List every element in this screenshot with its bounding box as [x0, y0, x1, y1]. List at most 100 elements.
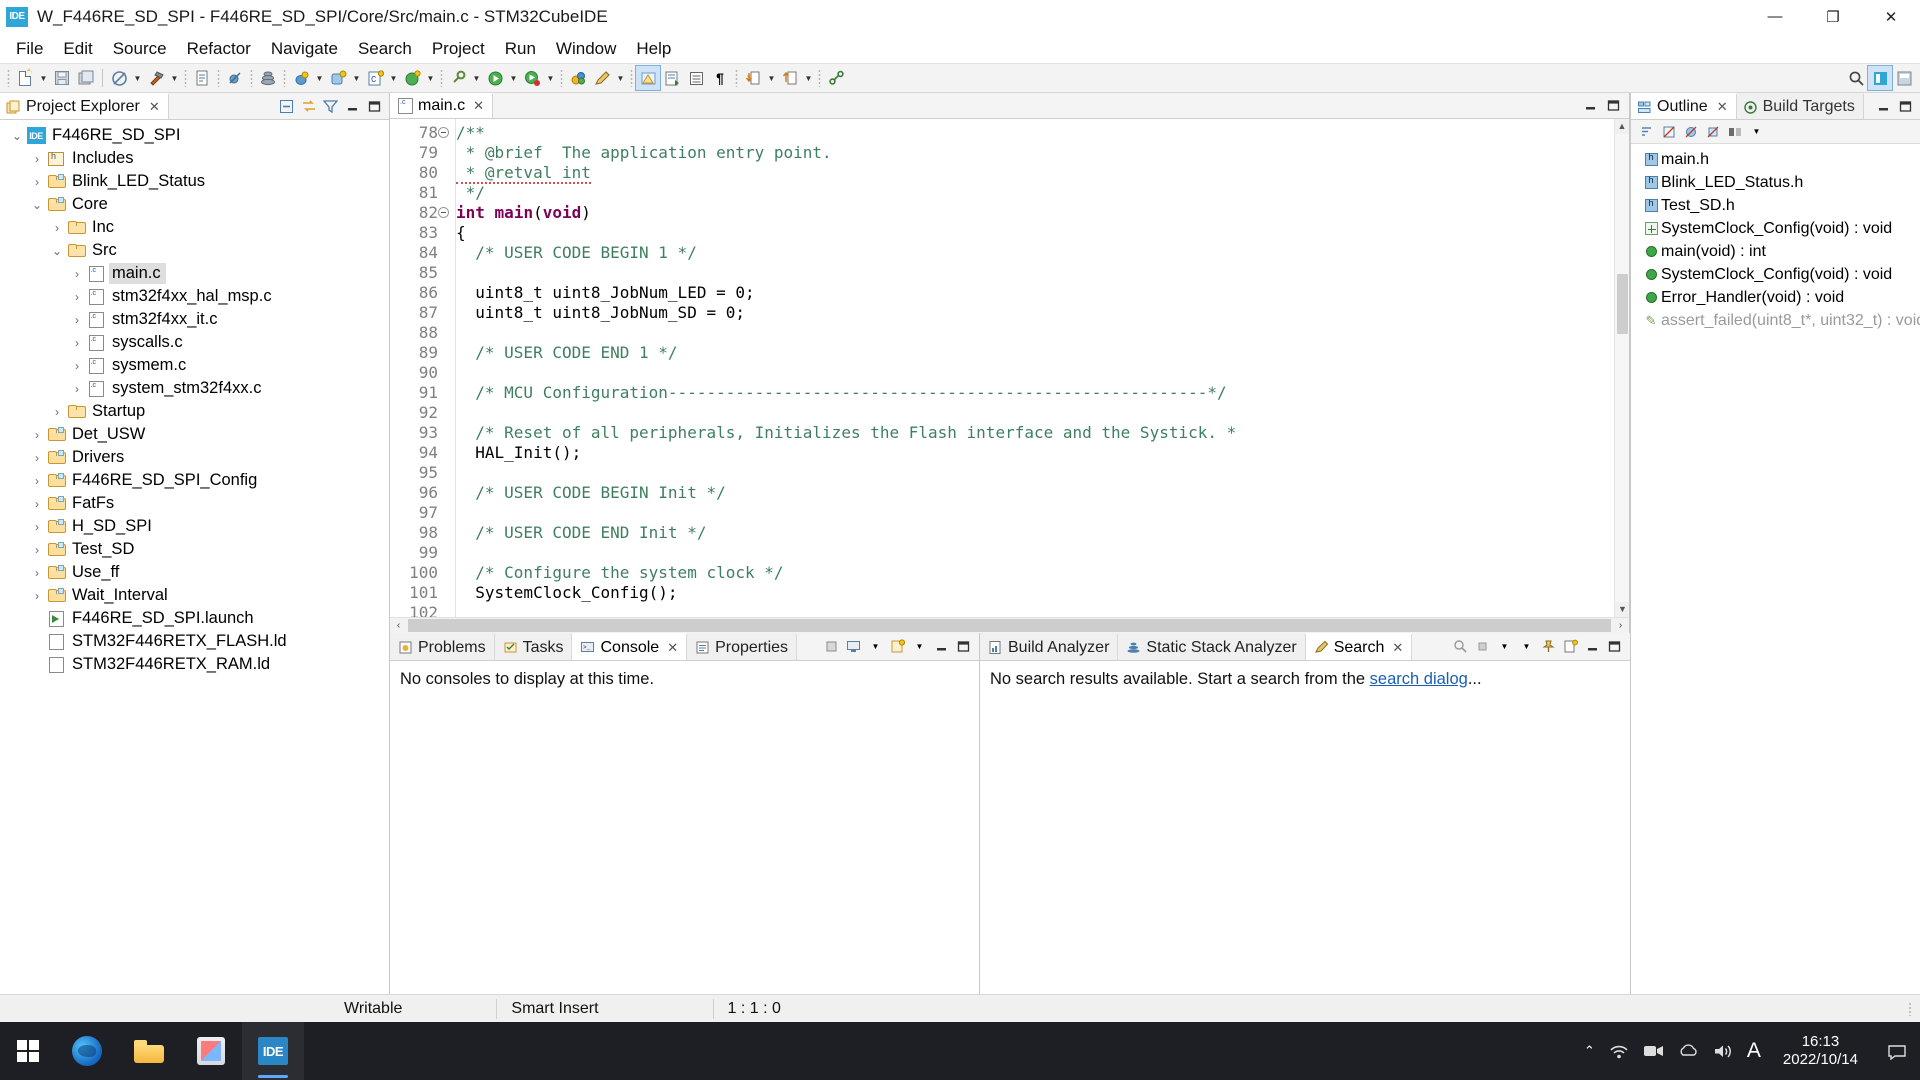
- focus-icon[interactable]: [1725, 122, 1744, 141]
- toolbar-grip-8[interactable]: [630, 69, 633, 87]
- outline-item[interactable]: main.h: [1631, 148, 1920, 171]
- skip-breakpoints-icon[interactable]: [223, 66, 247, 90]
- fold-toggle-icon[interactable]: [438, 206, 449, 218]
- no-build-icon[interactable]: [107, 66, 131, 90]
- cancel-icon[interactable]: [1473, 637, 1492, 656]
- code-line[interactable]: /* Configure the system clock */: [456, 563, 1614, 583]
- menu-edit[interactable]: Edit: [53, 37, 102, 61]
- new-c-project-icon[interactable]: C: [363, 66, 387, 90]
- display-console-dropdown[interactable]: ▼: [866, 637, 885, 656]
- code-line[interactable]: HAL_Init();: [456, 443, 1614, 463]
- external-tools-icon[interactable]: [446, 66, 470, 90]
- outline-item[interactable]: Error_Handler(void) : void: [1631, 286, 1920, 309]
- scroll-up-arrow[interactable]: ▲: [1615, 118, 1629, 134]
- tree-item-includes[interactable]: › Includes: [0, 147, 389, 170]
- tab-main-c[interactable]: main.c ✕: [390, 93, 494, 118]
- tree-item-src[interactable]: ⌄ Src: [0, 239, 389, 262]
- new-search-icon[interactable]: [1561, 637, 1580, 656]
- hide-nonpublic-icon[interactable]: [1703, 122, 1722, 141]
- tab-tasks[interactable]: Tasks: [494, 633, 573, 660]
- tree-item-stm32f4xx-hal-msp-c[interactable]: › stm32f4xx_hal_msp.c: [0, 285, 389, 308]
- folding-column[interactable]: [442, 118, 456, 617]
- taskbar-store[interactable]: [180, 1022, 242, 1080]
- pilcrow-icon[interactable]: ¶: [708, 66, 732, 90]
- outline-item[interactable]: SystemClock_Config(void) : void: [1631, 263, 1920, 286]
- meet-now-icon[interactable]: [1643, 1043, 1664, 1059]
- code-line[interactable]: */: [456, 183, 1614, 203]
- minimize-icon[interactable]: [1874, 97, 1893, 116]
- tree-item-test-sd[interactable]: › Test_SD: [0, 538, 389, 561]
- chevron-right-icon[interactable]: ›: [48, 221, 66, 235]
- code-line[interactable]: /* Reset of all peripherals, Initializes…: [456, 423, 1614, 443]
- network-icon[interactable]: [1609, 1043, 1629, 1060]
- close-icon[interactable]: ✕: [1717, 99, 1728, 115]
- tree-item-h-sd-spi[interactable]: › H_SD_SPI: [0, 515, 389, 538]
- block-selection-icon[interactable]: [684, 66, 708, 90]
- menu-navigate[interactable]: Navigate: [261, 37, 348, 61]
- ime-icon[interactable]: A: [1747, 1039, 1761, 1063]
- toggle-mark-occurrences-icon[interactable]: [635, 65, 661, 91]
- open-console-icon[interactable]: [888, 637, 907, 656]
- toolbar-grip-3[interactable]: [217, 69, 220, 87]
- display-console-icon[interactable]: [844, 637, 863, 656]
- menu-refactor[interactable]: Refactor: [177, 37, 261, 61]
- minimize-button[interactable]: —: [1746, 0, 1804, 34]
- maximize-icon[interactable]: [1896, 97, 1915, 116]
- tree-item-blink-led-status[interactable]: › Blink_LED_Status: [0, 170, 389, 193]
- code-line[interactable]: [456, 603, 1614, 617]
- view-menu-filter-icon[interactable]: [321, 97, 340, 116]
- toolbar-grip-7[interactable]: [560, 69, 563, 87]
- toolbar-grip-4[interactable]: [250, 69, 253, 87]
- taskbar-file-explorer[interactable]: [118, 1022, 180, 1080]
- project-tree[interactable]: ⌄IDEF446RE_SD_SPI›Includes›Blink_LED_Sta…: [0, 120, 389, 994]
- status-resize-grip[interactable]: [1908, 1001, 1912, 1016]
- tree-item-use-ff[interactable]: › Use_ff: [0, 561, 389, 584]
- maximize-icon[interactable]: [954, 637, 973, 656]
- code-line[interactable]: [456, 403, 1614, 423]
- scroll-thumb[interactable]: [1617, 273, 1628, 334]
- maximize-icon[interactable]: [365, 97, 384, 116]
- code-line[interactable]: /* USER CODE END 1 */: [456, 343, 1614, 363]
- tree-item-f446re-sd-spi[interactable]: ⌄ IDE F446RE_SD_SPI: [0, 124, 389, 147]
- toolbar-grip-9[interactable]: [735, 69, 738, 87]
- code-line[interactable]: [456, 503, 1614, 523]
- chevron-right-icon[interactable]: ›: [68, 267, 86, 281]
- link-icon[interactable]: [824, 66, 848, 90]
- tab-console[interactable]: >_ Console ✕: [572, 633, 688, 660]
- chevron-right-icon[interactable]: ›: [68, 290, 86, 304]
- perspective-debug-icon[interactable]: [1892, 66, 1916, 90]
- chevron-right-icon[interactable]: ›: [28, 428, 46, 442]
- close-icon[interactable]: ✕: [667, 640, 678, 656]
- tree-item-f446re-sd-spi-launch[interactable]: F446RE_SD_SPI.launch: [0, 607, 389, 630]
- code-line[interactable]: uint8_t uint8_JobNum_LED = 0;: [456, 283, 1614, 303]
- show-previous-icon[interactable]: ▼: [1495, 637, 1514, 656]
- toolbar-grip-10[interactable]: [818, 69, 821, 87]
- code-line[interactable]: /* USER CODE BEGIN Init */: [456, 483, 1614, 503]
- chevron-right-icon[interactable]: ›: [28, 152, 46, 166]
- run-last-search-icon[interactable]: [1451, 637, 1470, 656]
- tree-item-wait-interval[interactable]: › Wait_Interval: [0, 584, 389, 607]
- tree-item-startup[interactable]: › Startup: [0, 400, 389, 423]
- next-annotation-dropdown[interactable]: ▼: [765, 66, 778, 90]
- save-icon[interactable]: [50, 66, 74, 90]
- code-line[interactable]: [456, 463, 1614, 483]
- new-cpp-project-dropdown[interactable]: ▼: [424, 66, 437, 90]
- chevron-right-icon[interactable]: ›: [28, 589, 46, 603]
- hscroll-thumb[interactable]: [408, 618, 1611, 632]
- scroll-left-arrow[interactable]: ‹: [390, 620, 407, 631]
- close-icon[interactable]: ✕: [149, 99, 160, 115]
- chevron-right-icon[interactable]: ›: [28, 497, 46, 511]
- show-hidden-icons-chevron[interactable]: ⌃: [1584, 1043, 1595, 1059]
- close-icon[interactable]: ✕: [473, 98, 484, 114]
- toolbar-grip[interactable]: [7, 69, 10, 87]
- pin-icon[interactable]: [1539, 637, 1558, 656]
- outline-item[interactable]: main(void) : int: [1631, 240, 1920, 263]
- start-button[interactable]: [0, 1022, 56, 1080]
- maximize-icon[interactable]: [1605, 637, 1624, 656]
- tree-item-f446re-sd-spi-config[interactable]: › F446RE_SD_SPI_Config: [0, 469, 389, 492]
- editor-horizontal-scrollbar[interactable]: ‹ ›: [390, 616, 1629, 633]
- collapse-all-icon[interactable]: [277, 97, 296, 116]
- tree-item-stm32f4xx-it-c[interactable]: › stm32f4xx_it.c: [0, 308, 389, 331]
- chevron-down-icon[interactable]: ⌄: [48, 244, 66, 258]
- outline-item[interactable]: Blink_LED_Status.h: [1631, 171, 1920, 194]
